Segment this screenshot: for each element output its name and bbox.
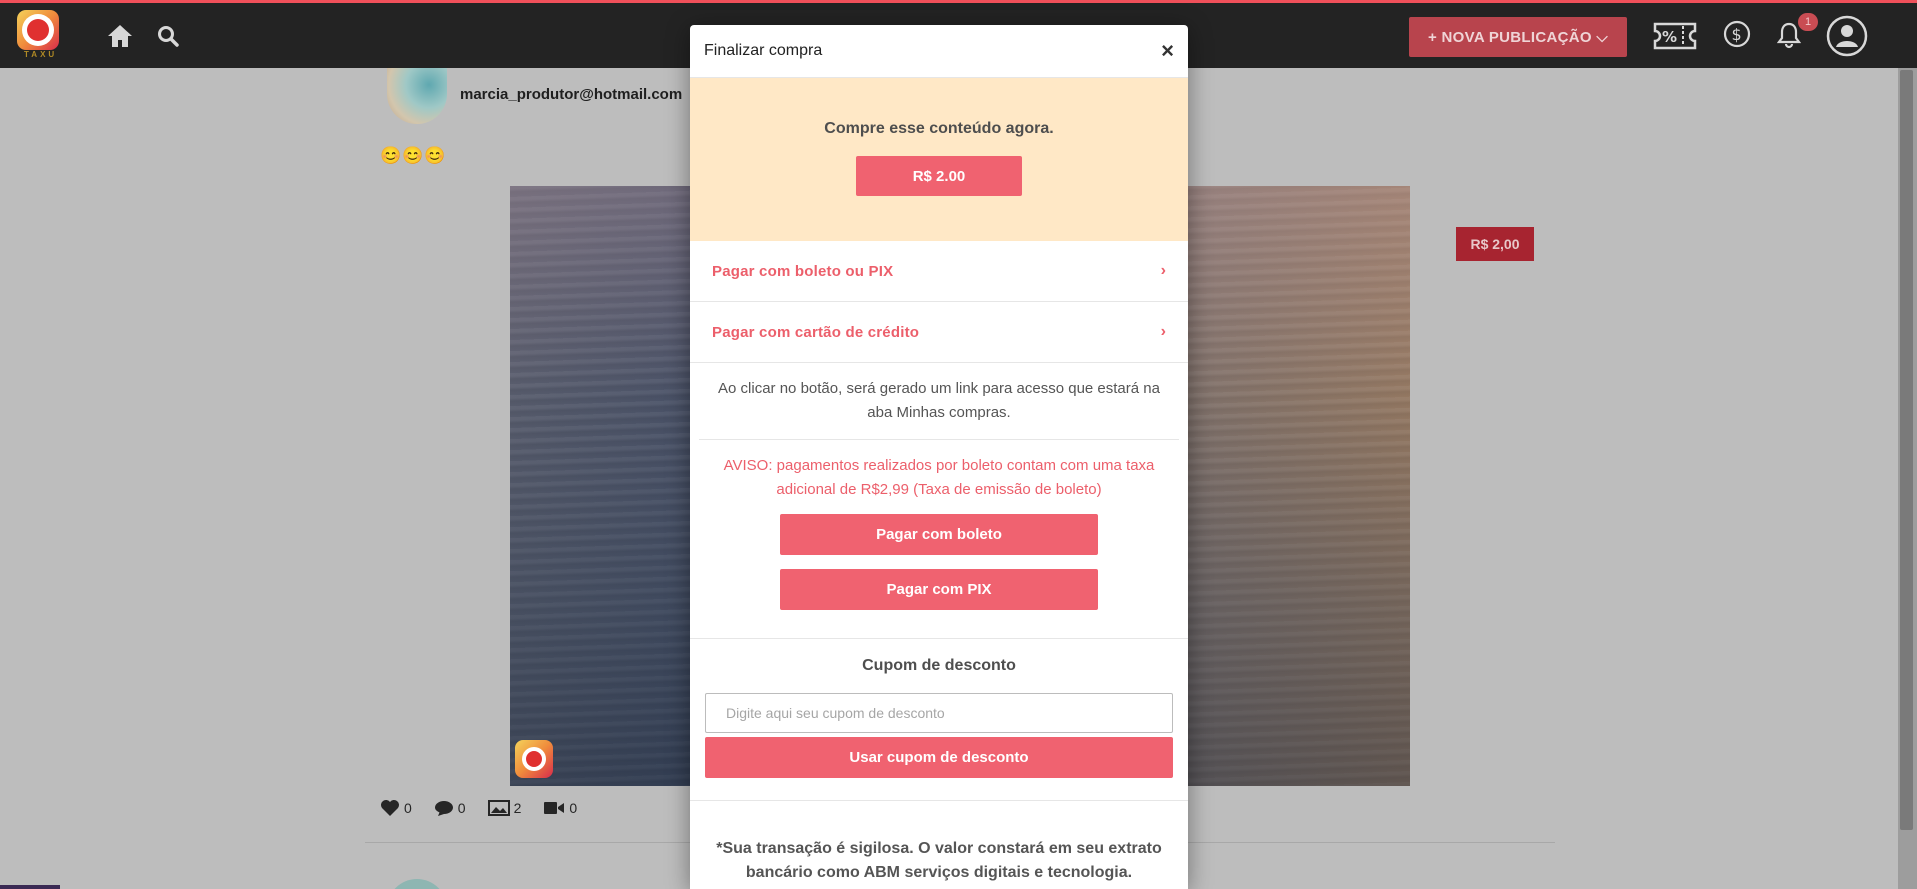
boleto-warning: AVISO: pagamentos realizados por boleto … [723,457,1155,498]
taskbar-edge [0,885,60,889]
svg-text:$: $ [1732,25,1742,44]
buy-now-text: Compre esse conteúdo agora. [824,120,1054,137]
buy-now-box: Compre esse conteúdo agora. R$ 2.00 [690,78,1188,241]
option-credit-card[interactable]: Pagar com cartão de crédito › [690,302,1188,363]
comments-stat[interactable]: 0 [434,799,466,817]
home-icon[interactable] [106,23,134,49]
chevron-right-icon: › [1160,262,1166,279]
dollar-icon[interactable]: $ [1722,19,1752,49]
images-stat: 2 [487,799,522,817]
apply-coupon-button[interactable]: Usar cupom de desconto [705,737,1173,778]
coupon-section: Cupom de desconto Usar cupom de desconto [690,638,1188,778]
price-button[interactable]: R$ 2.00 [856,156,1022,196]
modal-title: Finalizar compra [704,42,823,59]
image-icon [487,800,510,816]
option-boleto-pix-label: Pagar com boleto ou PIX [712,262,894,280]
scrollbar-thumb[interactable] [1900,70,1913,830]
post-stats: 0 0 2 0 [380,799,577,817]
post-caption: 😊😊😊 [380,146,447,165]
checkout-modal: Finalizar compra × Compre esse conteúdo … [690,25,1188,889]
likes-stat[interactable]: 0 [380,799,412,817]
next-post-avatar[interactable] [387,879,447,889]
svg-text:%: % [1662,28,1677,46]
notification-badge: 1 [1798,13,1818,31]
option-credit-card-label: Pagar com cartão de crédito [712,323,920,341]
info-text: Ao clicar no botão, será gerado um link … [718,380,1160,421]
pay-boleto-button[interactable]: Pagar com boleto [780,514,1098,555]
images-count: 2 [513,800,522,816]
comment-icon [434,801,453,816]
likes-count: 0 [404,800,412,816]
search-icon[interactable] [155,23,181,49]
close-icon[interactable]: × [1161,40,1174,62]
coupon-icon[interactable]: % [1652,20,1698,52]
modal-header: Finalizar compra × [690,25,1188,78]
comments-count: 0 [457,800,466,816]
video-camera-icon [544,802,565,814]
logo-text: TAXU [24,50,58,59]
heart-icon [381,800,399,816]
new-post-button[interactable]: + NOVA PUBLICAÇÃO ⌵ [1409,17,1627,57]
pay-pix-button[interactable]: Pagar com PIX [780,569,1098,610]
videos-count: 0 [569,800,578,816]
app-logo[interactable]: TAXU [17,10,59,59]
chevron-right-icon: › [1160,323,1166,340]
post-price-tag: R$ 2,00 [1456,227,1534,261]
author-name[interactable]: marcia_produtor@hotmail.com [460,86,682,103]
videos-stat: 0 [543,799,577,817]
option-boleto-pix[interactable]: Pagar com boleto ou PIX › [690,241,1188,302]
coupon-title: Cupom de desconto [862,657,1016,674]
coupon-input[interactable] [705,693,1173,733]
author-avatar[interactable] [387,68,447,124]
security-note: *Sua transação é sigilosa. O valor const… [716,840,1162,881]
post-watermark-logo [515,740,553,778]
user-icon[interactable] [1826,15,1868,57]
